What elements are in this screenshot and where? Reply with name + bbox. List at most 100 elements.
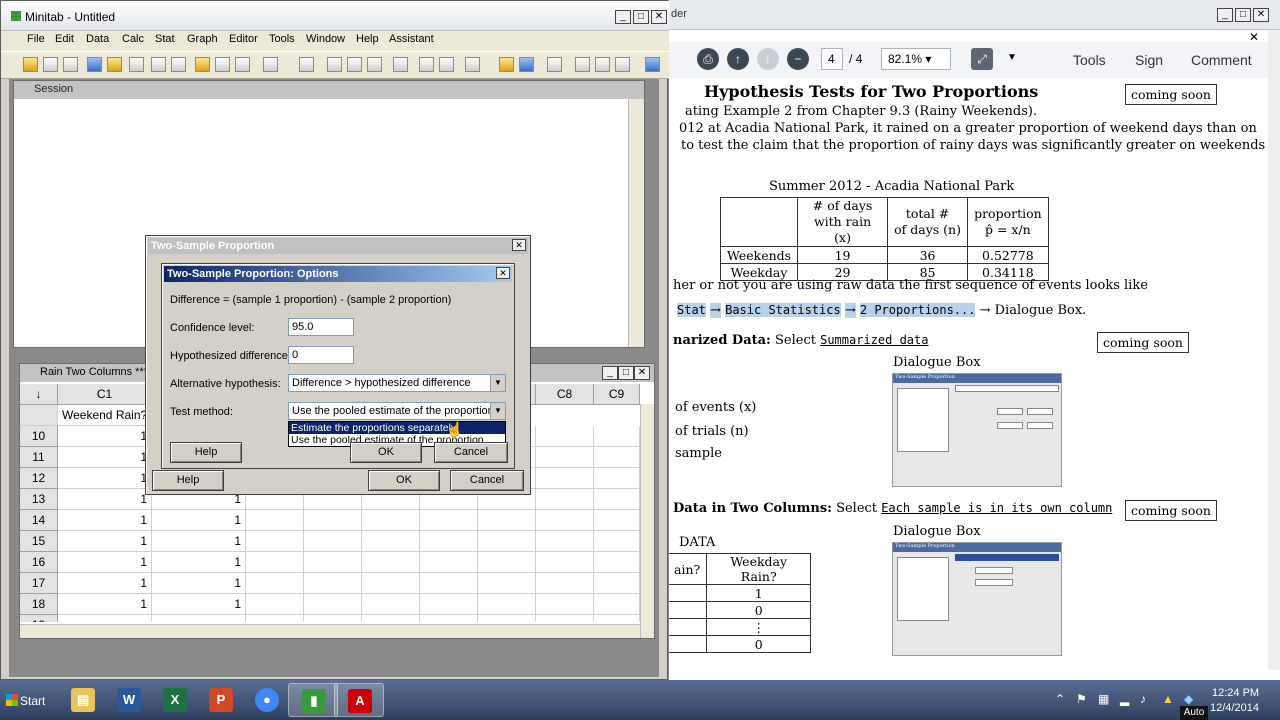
cell[interactable] (536, 615, 594, 622)
cell[interactable] (362, 573, 420, 594)
menu-help[interactable]: Help (356, 33, 379, 45)
cell[interactable] (362, 594, 420, 615)
cell[interactable] (304, 594, 362, 615)
cell-c1[interactable]: 1 (58, 468, 152, 489)
row-header[interactable]: 13 (20, 489, 58, 510)
row-header[interactable]: 18 (20, 594, 58, 615)
clock-time[interactable]: 12:24 PM (1212, 687, 1259, 699)
option-separate[interactable]: Estimate the proportions separately (289, 422, 505, 434)
alternative-hypothesis-select[interactable]: Difference > hypothesized difference ▼ (288, 374, 506, 392)
cell[interactable] (246, 615, 304, 622)
new-page-icon[interactable] (151, 57, 166, 72)
zoom-select[interactable]: 82.1% ▾ (881, 48, 951, 70)
cell[interactable] (246, 573, 304, 594)
column-header-c1[interactable]: C1 (58, 384, 152, 405)
cell[interactable] (594, 489, 640, 510)
cell[interactable] (478, 531, 536, 552)
page-up-icon[interactable]: ↑ (727, 48, 749, 70)
columns-icon[interactable] (235, 57, 250, 72)
cell[interactable] (594, 447, 640, 468)
pdf-close-button[interactable]: ✕ (1253, 8, 1269, 22)
menu-data[interactable]: Data (86, 33, 109, 45)
options-close-button[interactable]: ✕ (496, 267, 510, 279)
menu-edit[interactable]: Edit (55, 33, 74, 45)
save-icon[interactable] (519, 57, 534, 72)
cell[interactable] (478, 552, 536, 573)
pdf-maximize-button[interactable]: □ (1235, 8, 1251, 22)
cell[interactable] (304, 615, 362, 622)
cascade-icon[interactable] (263, 57, 278, 72)
eraser-icon[interactable] (465, 57, 480, 72)
worksheet-icon[interactable] (215, 57, 230, 72)
cell[interactable] (536, 468, 594, 489)
print-worksheet-icon[interactable] (547, 57, 562, 72)
cell[interactable] (536, 489, 594, 510)
cell-c1[interactable]: 1 (58, 552, 152, 573)
menu-tools[interactable]: Tools (269, 33, 295, 45)
worksheet-vscrollbar[interactable] (640, 404, 654, 638)
cell-c2[interactable] (152, 615, 246, 622)
brush-icon[interactable] (419, 57, 434, 72)
session-command-icon[interactable] (107, 57, 122, 72)
cell-c1[interactable]: 1 (58, 447, 152, 468)
menu-stat[interactable]: Stat (155, 33, 175, 45)
row-header[interactable]: 16 (20, 552, 58, 573)
menu-graph[interactable]: Graph (187, 33, 218, 45)
cell[interactable] (362, 552, 420, 573)
cell[interactable] (536, 426, 594, 447)
row-header[interactable]: 17 (20, 573, 58, 594)
cell-c2[interactable]: 1 (152, 552, 246, 573)
confidence-level-input[interactable]: 95.0 (288, 318, 354, 336)
cell[interactable] (536, 531, 594, 552)
drive-icon[interactable]: ▲ (1162, 692, 1174, 706)
fit-page-icon[interactable]: ⤢ (971, 48, 993, 70)
pdf-minimize-button[interactable]: _ (1217, 8, 1233, 22)
tray-chevron-icon[interactable]: ⌃ (1055, 692, 1065, 706)
cell[interactable] (536, 552, 594, 573)
cell[interactable] (594, 510, 640, 531)
cell[interactable] (362, 531, 420, 552)
print-icon[interactable] (63, 57, 78, 72)
column-header-c8[interactable]: C8 (536, 384, 594, 405)
page-down-icon[interactable]: ↓ (757, 48, 779, 70)
show-graphs-icon[interactable] (129, 57, 144, 72)
menu-editor[interactable]: Editor (229, 33, 258, 45)
function-icon[interactable] (299, 57, 314, 72)
cell[interactable] (536, 594, 594, 615)
signal-icon[interactable]: ▂ (1120, 692, 1129, 706)
row-header[interactable]: 15 (20, 531, 58, 552)
cell[interactable] (246, 552, 304, 573)
row-header[interactable]: 12 (20, 468, 58, 489)
worksheet-hscrollbar[interactable] (20, 624, 640, 638)
hypothesized-difference-input[interactable]: 0 (288, 346, 354, 364)
row-header[interactable]: 19 (20, 615, 58, 622)
cell[interactable] (478, 594, 536, 615)
outer-ok-button[interactable]: OK (368, 470, 440, 491)
open-file-icon[interactable] (499, 57, 514, 72)
cell[interactable] (420, 531, 478, 552)
minitab-close-button[interactable]: ✕ (651, 10, 667, 24)
cell[interactable] (536, 573, 594, 594)
insert-columns-icon[interactable] (367, 57, 382, 72)
close-graphs-icon[interactable] (171, 57, 186, 72)
page-number-input[interactable]: 4 (821, 48, 843, 70)
insert-cells-icon[interactable] (327, 57, 342, 72)
row-header[interactable]: 10 (20, 426, 58, 447)
ws-minimize-button[interactable]: _ (602, 366, 618, 380)
network-icon[interactable]: ▦ (1098, 692, 1109, 706)
new-worksheet-icon[interactable] (43, 57, 58, 72)
cell[interactable] (536, 510, 594, 531)
task-powerpoint[interactable]: P (196, 683, 246, 717)
options-help-button[interactable]: Help (170, 442, 242, 463)
cell[interactable] (246, 510, 304, 531)
cell-c1[interactable]: 1 (58, 594, 152, 615)
row-header[interactable]: 11 (20, 447, 58, 468)
paste-icon[interactable] (615, 57, 630, 72)
cell[interactable] (420, 573, 478, 594)
sign-link[interactable]: Sign (1135, 52, 1163, 68)
cell[interactable] (594, 468, 640, 489)
options-ok-button[interactable]: OK (350, 442, 422, 463)
comment-link[interactable]: Comment (1191, 52, 1252, 68)
cell-c1[interactable]: 1 (58, 510, 152, 531)
start-button[interactable]: Start (0, 682, 56, 718)
